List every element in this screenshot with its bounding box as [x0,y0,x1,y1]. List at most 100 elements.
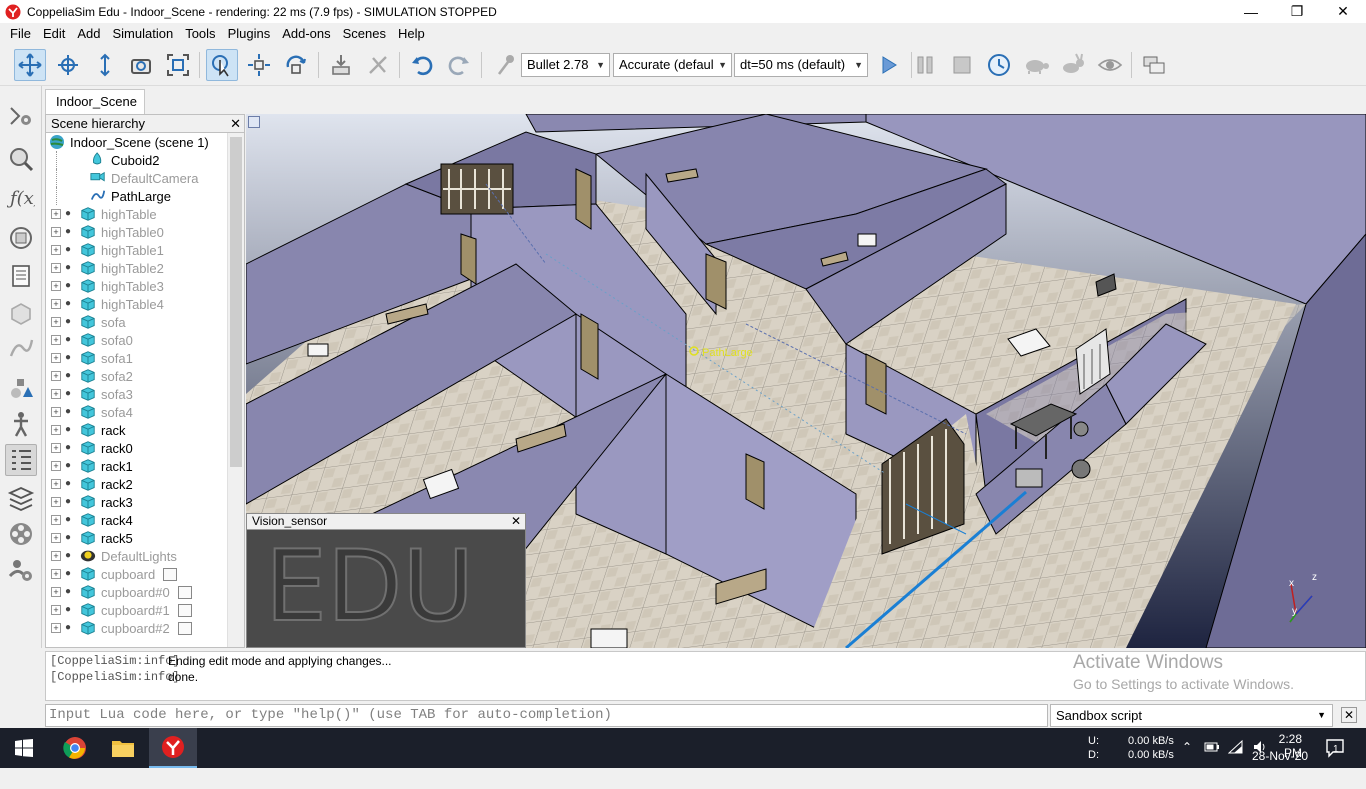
hierarchy-root-row[interactable]: Indoor_Scene (scene 1) [46,133,228,151]
minimize-button[interactable]: — [1228,0,1274,23]
taskbar-coppeliasim[interactable] [149,728,197,768]
menu-addons[interactable]: Add-ons [276,26,336,41]
hierarchy-item[interactable]: + ● cupboard [46,565,228,583]
slow-down-button[interactable] [1020,49,1052,81]
assemble-button[interactable] [325,49,357,81]
hierarchy-item[interactable]: + ● sofa [46,313,228,331]
camera-rotate-button[interactable] [52,49,84,81]
hierarchy-item[interactable]: + ● highTable3 [46,277,228,295]
menu-plugins[interactable]: Plugins [222,26,277,41]
kinematics-button[interactable] [5,408,37,440]
script-page-icon[interactable] [177,621,192,635]
expand-toggle-icon[interactable]: + [51,443,61,453]
object-rotate-button[interactable] [280,49,312,81]
vision-sensor-window[interactable]: Vision_sensor ✕ EDU [246,513,526,648]
start-button[interactable] [0,728,48,768]
close-hierarchy-button[interactable]: ✕ [230,115,241,132]
object-shift-button[interactable] [243,49,275,81]
expand-toggle-icon[interactable]: + [51,515,61,525]
expand-toggle-icon[interactable]: + [51,533,61,543]
hierarchy-item[interactable]: + ● highTable4 [46,295,228,313]
engine-accuracy-select[interactable]: Accurate (defaul ▼ [613,53,732,77]
hierarchy-item[interactable]: PathLarge [46,187,228,205]
hierarchy-item[interactable]: + ● DefaultLights [46,547,228,565]
timestep-select[interactable]: dt=50 ms (default) ▼ [734,53,868,77]
hierarchy-item[interactable]: + ● sofa3 [46,385,228,403]
speed-up-button[interactable] [1057,49,1089,81]
viewport-menu-button[interactable] [248,116,260,128]
layers-button[interactable] [5,482,37,514]
expand-toggle-icon[interactable]: + [51,623,61,633]
notifications-button[interactable]: 1 [1325,738,1345,778]
hierarchy-item[interactable]: DefaultCamera [46,169,228,187]
expand-toggle-icon[interactable]: + [51,569,61,579]
expand-toggle-icon[interactable]: + [51,353,61,363]
real-time-button[interactable] [983,49,1015,81]
restore-button[interactable]: ❐ [1274,0,1320,23]
hierarchy-item[interactable]: + ● sofa1 [46,349,228,367]
hierarchy-item[interactable]: + ● sofa2 [46,367,228,385]
hierarchy-scrollbar-thumb[interactable] [230,137,242,467]
user-settings-button[interactable] [5,554,37,586]
camera-shift-button[interactable] [89,49,121,81]
menu-scenes[interactable]: Scenes [337,26,392,41]
graph-button[interactable]: ƒ(x) [5,181,37,213]
hierarchy-item[interactable]: + ● highTable0 [46,223,228,241]
hierarchy-scrollbar[interactable] [227,133,244,647]
redo-button[interactable] [443,49,475,81]
chevron-up-icon[interactable]: ⌃ [1182,740,1192,780]
hierarchy-item[interactable]: + ● sofa4 [46,403,228,421]
menu-help[interactable]: Help [392,26,431,41]
physics-engine-select[interactable]: Bullet 2.78 ▼ [521,53,610,77]
undo-button[interactable] [406,49,438,81]
expand-toggle-icon[interactable]: + [51,245,61,255]
hierarchy-item[interactable]: + ● highTable [46,205,228,223]
script-page-icon[interactable] [163,567,178,581]
dynamics-toggle-button[interactable] [490,49,522,81]
script-page-icon[interactable] [177,603,192,617]
model-browser-button[interactable] [5,373,37,405]
camera-angle-button[interactable] [125,49,157,81]
simulation-settings-button[interactable] [5,100,37,132]
hierarchy-item[interactable]: + ● highTable1 [46,241,228,259]
expand-toggle-icon[interactable]: + [51,335,61,345]
expand-toggle-icon[interactable]: + [51,281,61,291]
taskbar-file-explorer[interactable] [99,728,147,768]
expand-toggle-icon[interactable]: + [51,497,61,507]
path-edit-button[interactable] [5,332,37,364]
expand-toggle-icon[interactable]: + [51,425,61,435]
hierarchy-item[interactable]: + ● highTable2 [46,259,228,277]
expand-toggle-icon[interactable]: + [51,299,61,309]
expand-toggle-icon[interactable]: + [51,605,61,615]
script-selector[interactable]: Sandbox script ▼ [1050,704,1333,727]
expand-toggle-icon[interactable]: + [51,551,61,561]
expand-toggle-icon[interactable]: + [51,371,61,381]
battery-icon[interactable] [1204,739,1220,779]
menu-edit[interactable]: Edit [37,26,71,41]
script-page-icon[interactable] [177,585,192,599]
close-vision-sensor-button[interactable]: ✕ [511,514,521,529]
hierarchy-item[interactable]: + ● rack0 [46,439,228,457]
camera-pan-button[interactable] [14,49,46,81]
expand-toggle-icon[interactable]: + [51,407,61,417]
expand-toggle-icon[interactable]: + [51,389,61,399]
wifi-icon[interactable] [1227,739,1244,779]
scene-hierarchy-toggle-button[interactable] [5,444,37,476]
start-simulation-button[interactable] [872,49,904,81]
calculation-modules-button[interactable] [5,143,37,175]
pause-simulation-button[interactable] [909,49,941,81]
click-select-button[interactable] [206,49,238,81]
expand-toggle-icon[interactable]: + [51,479,61,489]
tab-indoor-scene[interactable]: Indoor_Scene [45,89,145,114]
expand-toggle-icon[interactable]: + [51,317,61,327]
expand-toggle-icon[interactable]: + [51,227,61,237]
scripts-button[interactable] [5,260,37,292]
video-recorder-button[interactable] [5,518,37,550]
taskbar-chrome[interactable] [51,728,99,768]
hierarchy-item[interactable]: + ● cupboard#1 [46,601,228,619]
hierarchy-item[interactable]: Cuboid2 [46,151,228,169]
hierarchy-item[interactable]: + ● rack5 [46,529,228,547]
menu-simulation[interactable]: Simulation [107,26,180,41]
menu-add[interactable]: Add [71,26,106,41]
expand-toggle-icon[interactable]: + [51,461,61,471]
